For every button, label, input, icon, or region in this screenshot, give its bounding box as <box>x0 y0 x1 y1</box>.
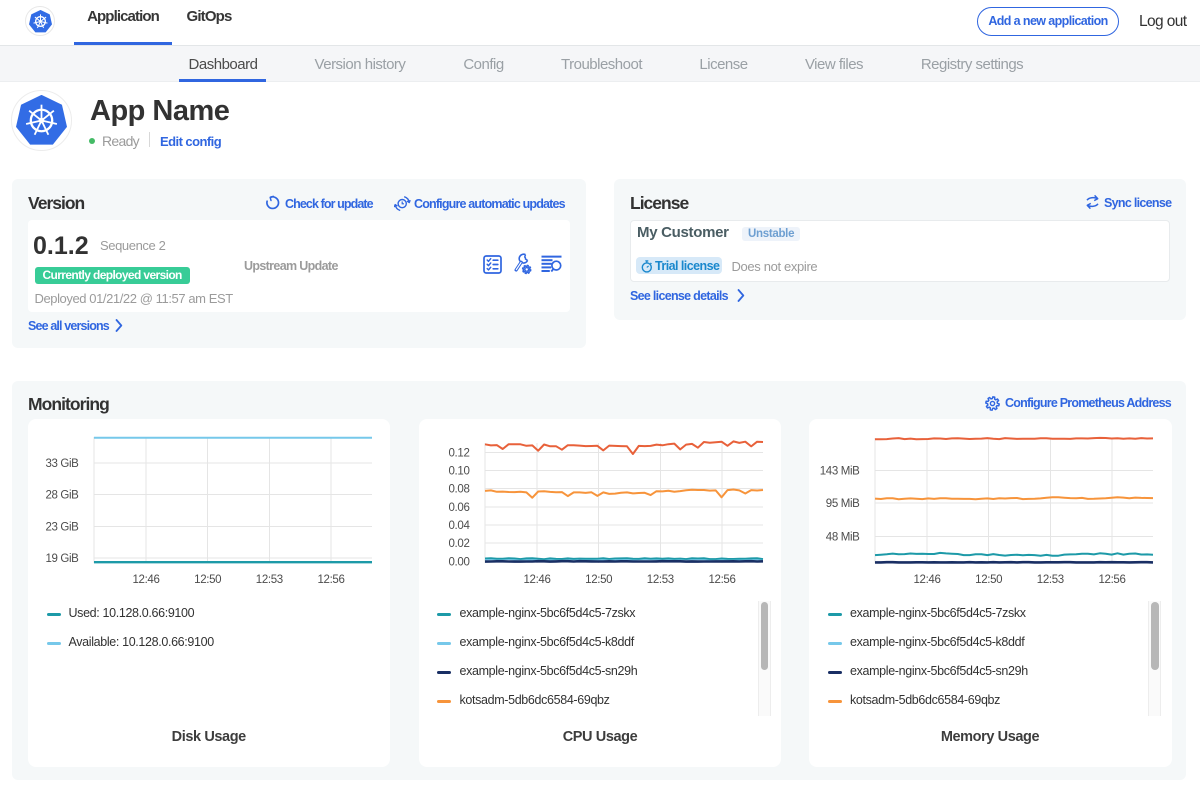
svg-text:12:56: 12:56 <box>708 574 735 586</box>
svg-text:28 GiB: 28 GiB <box>45 490 79 502</box>
svg-text:12:46: 12:46 <box>523 574 550 586</box>
svg-text:143 MiB: 143 MiB <box>820 465 860 477</box>
svg-text:0.00: 0.00 <box>448 556 469 568</box>
svg-text:33 GiB: 33 GiB <box>45 458 79 470</box>
svg-text:48 MiB: 48 MiB <box>826 531 860 543</box>
svg-text:12:46: 12:46 <box>913 574 940 586</box>
svg-text:0.06: 0.06 <box>448 502 469 514</box>
svg-text:0.10: 0.10 <box>448 466 469 478</box>
svg-text:0.04: 0.04 <box>448 520 470 532</box>
svg-text:12:46: 12:46 <box>132 574 159 586</box>
svg-text:12:53: 12:53 <box>1037 574 1064 586</box>
svg-text:19 GiB: 19 GiB <box>45 553 79 565</box>
svg-text:12:50: 12:50 <box>194 574 221 586</box>
svg-text:0.12: 0.12 <box>448 447 469 459</box>
svg-text:12:50: 12:50 <box>975 574 1002 586</box>
svg-text:0.08: 0.08 <box>448 484 469 496</box>
svg-text:12:53: 12:53 <box>255 574 282 586</box>
svg-text:12:53: 12:53 <box>646 574 673 586</box>
svg-text:0.02: 0.02 <box>448 538 469 550</box>
svg-text:12:56: 12:56 <box>1098 574 1125 586</box>
svg-text:12:50: 12:50 <box>585 574 612 586</box>
svg-text:23 GiB: 23 GiB <box>45 521 79 533</box>
svg-text:95 MiB: 95 MiB <box>826 498 860 510</box>
svg-text:12:56: 12:56 <box>317 574 344 586</box>
